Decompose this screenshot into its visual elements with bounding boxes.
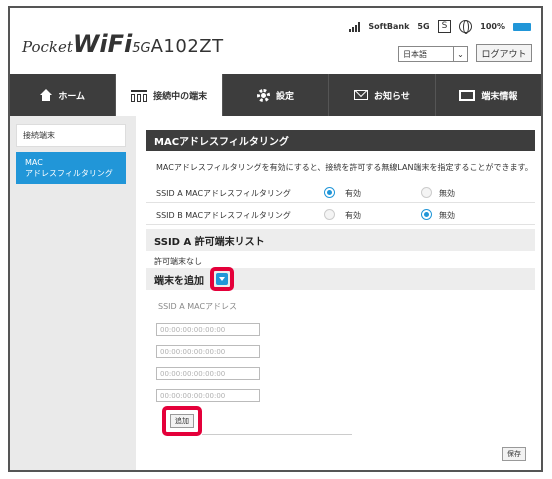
- tab-home-label: ホーム: [58, 91, 86, 102]
- sms-icon: S: [437, 20, 452, 33]
- ssid-a-enable-radio[interactable]: [324, 187, 335, 198]
- ssid-a-disable-label: 無効: [439, 189, 455, 198]
- header: PocketWiFi5GA102ZT SoftBank 5G S 100% 日本…: [10, 8, 541, 74]
- battery-icon: [513, 22, 531, 31]
- ssid-b-disable-radio[interactable]: [421, 209, 432, 220]
- tab-settings[interactable]: 設定: [223, 74, 330, 116]
- logo: PocketWiFi5GA102ZT: [22, 30, 224, 58]
- language-value: 日本語: [403, 49, 427, 59]
- sidebar-item-mac-filtering[interactable]: MAC アドレスフィルタリング: [16, 152, 126, 184]
- tab-notices[interactable]: お知らせ: [329, 74, 436, 116]
- sidebar-item-connected-devices[interactable]: 接続端末: [16, 124, 126, 147]
- ssid-a-enable-label: 有効: [345, 189, 361, 198]
- add-section-title: 端末を追加: [154, 275, 204, 287]
- tab-device-info-label: 端末情報: [481, 91, 518, 102]
- highlight-toggle: [210, 267, 234, 291]
- description-text: MACアドレスフィルタリングを有効にすると、接続を許可する無線LAN端末を指定す…: [156, 163, 533, 172]
- devices-icon: [131, 89, 148, 102]
- logout-button[interactable]: ログアウト: [476, 44, 532, 62]
- mac-input-2[interactable]: 00:00:00:00:00:00: [156, 345, 260, 358]
- gear-icon: [257, 88, 270, 102]
- logo-model: A102ZT: [150, 36, 224, 57]
- main-panel: MACアドレスフィルタリング MACアドレスフィルタリングを有効にすると、接続を…: [146, 116, 535, 470]
- sidebar: 接続端末 MAC アドレスフィルタリング: [10, 116, 136, 470]
- globe-icon: [459, 20, 473, 34]
- status-bar: SoftBank 5G S 100%: [349, 20, 531, 34]
- home-icon: [40, 89, 53, 101]
- carrier-label: SoftBank: [368, 22, 410, 31]
- main-nav: ホーム 接続中の端末 設定 お知らせ 端末情報: [10, 74, 541, 116]
- chevron-down-icon: ⌄: [453, 47, 467, 61]
- allowed-list-empty: 許可端末なし: [154, 257, 202, 266]
- filter-row-ssid-a: SSID A MACアドレスフィルタリング 有効 無効: [146, 182, 535, 203]
- browser-frame: PocketWiFi5GA102ZT SoftBank 5G S 100% 日本…: [8, 6, 543, 472]
- ssid-b-enable-label: 有効: [345, 211, 361, 220]
- language-select[interactable]: 日本語 ⌄: [398, 46, 468, 62]
- filter-label-ssid-b: SSID B MACアドレスフィルタリング: [156, 211, 291, 220]
- divider: [202, 434, 352, 435]
- page-title: MACアドレスフィルタリング: [146, 130, 535, 151]
- tab-devices[interactable]: 接続中の端末: [116, 74, 223, 116]
- logo-5g: 5G: [132, 41, 151, 56]
- tab-settings-label: 設定: [276, 91, 295, 102]
- tab-device-info[interactable]: 端末情報: [436, 74, 541, 116]
- logo-wifi: WiFi: [72, 30, 133, 58]
- mac-field-label: SSID A MACアドレス: [158, 302, 238, 311]
- save-button[interactable]: 保存: [502, 447, 526, 461]
- sidebar-item-mac-line1: MAC: [25, 158, 43, 167]
- network-label: 5G: [417, 22, 430, 31]
- filter-row-ssid-b: SSID B MACアドレスフィルタリング 有効 無効: [146, 204, 535, 225]
- battery-percent: 100%: [480, 22, 505, 31]
- add-section-header: 端末を追加: [146, 268, 535, 290]
- tab-home[interactable]: ホーム: [10, 74, 117, 116]
- tab-notices-label: お知らせ: [374, 91, 410, 102]
- logo-pocket: Pocket: [22, 38, 73, 56]
- ssid-a-disable-radio[interactable]: [421, 187, 432, 198]
- ssid-b-enable-radio[interactable]: [324, 209, 335, 220]
- tab-devices-label: 接続中の端末: [153, 91, 208, 102]
- allowed-list-title: SSID A 許可端末リスト: [146, 229, 535, 251]
- mac-input-4[interactable]: 00:00:00:00:00:00: [156, 389, 260, 402]
- mac-input-3[interactable]: 00:00:00:00:00:00: [156, 367, 260, 380]
- mail-icon: [354, 90, 368, 100]
- highlight-add-button: [162, 406, 202, 436]
- ssid-b-disable-label: 無効: [439, 211, 455, 220]
- mac-input-1[interactable]: 00:00:00:00:00:00: [156, 323, 260, 336]
- device-info-icon: [459, 89, 476, 101]
- sidebar-item-mac-line2: アドレスフィルタリング: [25, 169, 113, 178]
- filter-label-ssid-a: SSID A MACアドレスフィルタリング: [156, 189, 291, 198]
- signal-icon: [349, 21, 361, 32]
